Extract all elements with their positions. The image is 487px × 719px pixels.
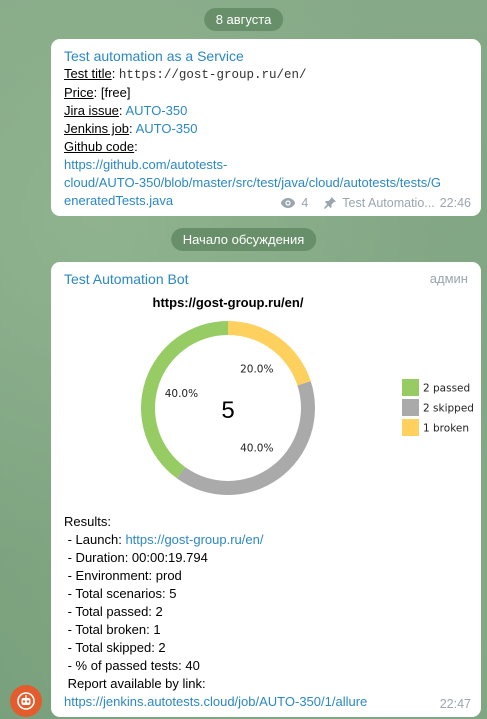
report-label-row: Report available by link: xyxy=(64,676,206,691)
github-link-line-2[interactable]: cloud/AUTO-350/blob/master/src/test/java… xyxy=(64,174,468,192)
legend-swatch-broken[interactable] xyxy=(402,419,419,436)
bot-message-meta: 22:47 xyxy=(440,697,471,711)
environment-row: - Environment: prod xyxy=(64,568,182,583)
admin-badge: админ xyxy=(429,271,468,286)
discussion-start-pill: Начало обсуждения xyxy=(170,228,317,251)
price-row: Price: [free] xyxy=(64,85,131,100)
results-title: Results: xyxy=(64,514,111,529)
report-link[interactable]: https://jenkins.autotests.cloud/job/AUTO… xyxy=(64,693,367,711)
pin-icon xyxy=(324,197,337,209)
total-passed-row: - Total passed: 2 xyxy=(64,604,163,619)
legend-swatch-passed[interactable] xyxy=(402,379,419,396)
github-link-line-1[interactable]: https://github.com/autotests- xyxy=(64,156,468,174)
total-skipped-row: - Total skipped: 2 xyxy=(64,640,166,655)
percent-passed-row: - % of passed tests: 40 xyxy=(64,658,200,673)
launch-row: - Launch: https://gost-group.ru/en/ xyxy=(64,531,367,549)
jira-row: Jira issue: AUTO-350 xyxy=(64,103,188,118)
bot-message-time: 22:47 xyxy=(439,697,471,711)
legend-label-passed[interactable]: 2 passed xyxy=(423,383,470,395)
legend-label-skipped[interactable]: 2 skipped xyxy=(423,403,474,415)
channel-post: Test automation as a Service Test title:… xyxy=(51,39,481,216)
jenkins-label: Jenkins job xyxy=(64,121,130,136)
chart-percent-label-skipped: 40.0% xyxy=(240,443,273,455)
jenkins-link[interactable]: AUTO-350 xyxy=(136,121,198,136)
eye-icon xyxy=(281,198,296,208)
robot-icon xyxy=(17,692,35,710)
channel-name[interactable]: Test automation as a Service xyxy=(64,47,468,65)
date-pill: 8 августа xyxy=(203,8,284,31)
chart-percent-label-broken: 20.0% xyxy=(240,363,273,375)
bot-avatar[interactable] xyxy=(10,685,42,717)
price-value: [free] xyxy=(100,85,131,100)
github-label: Github code xyxy=(64,139,135,154)
jira-link[interactable]: AUTO-350 xyxy=(125,103,187,118)
legend-label-broken[interactable]: 1 broken xyxy=(423,423,469,435)
post-author: Test Automatio... xyxy=(342,196,435,210)
price-label: Price xyxy=(64,85,94,100)
test-title-value: https://gost-group.ru/en/ xyxy=(118,68,307,82)
jenkins-row: Jenkins job: AUTO-350 xyxy=(64,121,198,136)
github-row: Github code: xyxy=(64,139,138,154)
bot-sender-name[interactable]: Test Automation Bot xyxy=(64,270,468,288)
chart-title: https://gost-group.ru/en/ xyxy=(153,295,304,310)
chart-slice-broken[interactable] xyxy=(228,321,311,386)
views-count: 4 xyxy=(301,196,309,210)
chart-center-total: 5 xyxy=(221,397,234,424)
total-broken-row: - Total broken: 1 xyxy=(64,622,161,637)
allure-chart[interactable]: https://gost-group.ru/en/ 20.0% 40.0% 40.0… xyxy=(50,290,480,505)
launch-link[interactable]: https://gost-group.ru/en/ xyxy=(125,532,263,547)
jira-label: Jira issue xyxy=(64,103,119,118)
duration-row: - Duration: 00:00:19.794 xyxy=(64,550,208,565)
post-time: 22:46 xyxy=(439,196,471,210)
post-meta: 4 Test Automatio... 22:46 xyxy=(280,196,471,210)
launch-label: - Launch: xyxy=(64,532,126,547)
chart-percent-label-passed: 40.0% xyxy=(165,388,198,400)
test-title-row: Test title: https://gost-group.ru/en/ xyxy=(64,66,307,82)
test-title-label: Test title xyxy=(64,66,112,81)
results-block: Results: - Launch: https://gost-group.ru… xyxy=(64,513,367,711)
total-scenarios-row: - Total scenarios: 5 xyxy=(64,586,177,601)
legend-swatch-skipped[interactable] xyxy=(402,399,419,416)
